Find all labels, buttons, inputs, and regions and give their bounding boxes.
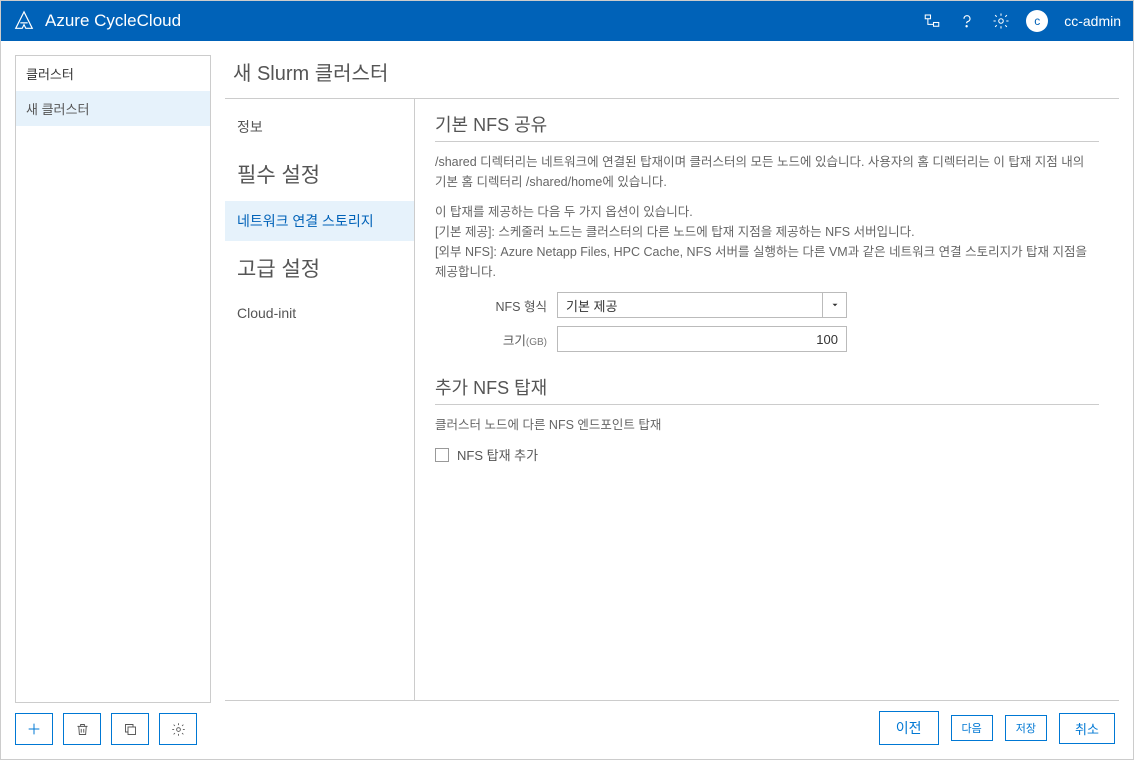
desc-shared-dir: /shared 디렉터리는 네트워크에 연결된 탑재이며 클러스터의 모든 노드… bbox=[435, 152, 1099, 192]
desc-additional-nfs: 클러스터 노드에 다른 NFS 엔드포인트 탑재 bbox=[435, 415, 1099, 435]
wizard-step-cloudinit[interactable]: Cloud-init bbox=[225, 295, 414, 331]
cluster-list: 클러스터 새 클러스터 bbox=[15, 55, 211, 703]
add-button[interactable] bbox=[15, 713, 53, 745]
plus-icon bbox=[26, 721, 42, 737]
save-button[interactable]: 저장 bbox=[1005, 715, 1047, 741]
content-title: 새 Slurm 클러스터 bbox=[225, 55, 1119, 98]
label-nfs-type: NFS 형식 bbox=[435, 296, 547, 315]
copy-icon bbox=[123, 722, 138, 737]
delete-button[interactable] bbox=[63, 713, 101, 745]
wizard-step-required[interactable]: 필수 설정 bbox=[225, 147, 414, 201]
sidebar-item-new-cluster[interactable]: 새 클러스터 bbox=[16, 91, 210, 126]
label-add-nfs-mount: NFS 탑재 추가 bbox=[457, 445, 538, 464]
network-icon[interactable] bbox=[922, 12, 942, 30]
label-size-text: 크기 bbox=[503, 334, 526, 348]
label-size-unit: (GB) bbox=[526, 337, 547, 348]
row-add-nfs-mount: NFS 탑재 추가 bbox=[435, 445, 1099, 464]
help-icon[interactable] bbox=[958, 12, 976, 30]
sidebar-header: 클러스터 bbox=[16, 56, 210, 91]
username[interactable]: cc-admin bbox=[1064, 13, 1121, 29]
azure-logo-icon bbox=[13, 10, 35, 32]
app-title: Azure CycleCloud bbox=[45, 11, 181, 31]
wizard-nav: 정보 필수 설정 네트워크 연결 스토리지 고급 설정 Cloud-init bbox=[225, 99, 415, 700]
desc-options-builtin: [기본 제공]: 스케줄러 노드는 클러스터의 다른 노드에 탑재 지점을 제공… bbox=[435, 225, 915, 239]
section-additional-nfs: 추가 NFS 탑재 bbox=[435, 374, 1099, 405]
prev-button[interactable]: 이전 bbox=[879, 711, 939, 745]
desc-options-external: [외부 NFS]: Azure Netapp Files, HPC Cache,… bbox=[435, 245, 1087, 279]
content-main: 정보 필수 설정 네트워크 연결 스토리지 고급 설정 Cloud-init 기… bbox=[225, 98, 1119, 700]
copy-button[interactable] bbox=[111, 713, 149, 745]
next-button[interactable]: 다음 bbox=[951, 715, 993, 741]
chevron-down-icon bbox=[822, 293, 846, 317]
gear-icon bbox=[171, 722, 186, 737]
wizard-footer: 이전 다음 저장 취소 bbox=[225, 700, 1119, 745]
input-size-gb[interactable] bbox=[557, 326, 847, 352]
settings-button[interactable] bbox=[159, 713, 197, 745]
row-nfs-type: NFS 형식 기본 제공 bbox=[435, 292, 1099, 318]
cancel-button[interactable]: 취소 bbox=[1059, 713, 1115, 744]
select-nfs-type[interactable]: 기본 제공 bbox=[557, 292, 847, 318]
sidebar-toolbar bbox=[15, 713, 211, 745]
wizard-step-network-storage[interactable]: 네트워크 연결 스토리지 bbox=[225, 201, 414, 241]
gear-icon[interactable] bbox=[992, 12, 1010, 30]
desc-options: 이 탑재를 제공하는 다음 두 가지 옵션이 있습니다. [기본 제공]: 스케… bbox=[435, 202, 1099, 282]
row-size: 크기(GB) bbox=[435, 326, 1099, 352]
sidebar: 클러스터 새 클러스터 bbox=[15, 55, 211, 745]
checkbox-add-nfs-mount[interactable] bbox=[435, 448, 449, 462]
section-nfs-share: 기본 NFS 공유 bbox=[435, 111, 1099, 142]
avatar[interactable]: c bbox=[1026, 10, 1048, 32]
top-header: Azure CycleCloud c cc-admin bbox=[1, 1, 1133, 41]
desc-options-intro: 이 탑재를 제공하는 다음 두 가지 옵션이 있습니다. bbox=[435, 205, 693, 219]
select-nfs-type-value: 기본 제공 bbox=[558, 296, 822, 315]
body: 클러스터 새 클러스터 새 Slurm 클러스터 정보 필수 설정 bbox=[1, 41, 1133, 759]
wizard-step-advanced[interactable]: 고급 설정 bbox=[225, 241, 414, 295]
wizard-step-info[interactable]: 정보 bbox=[225, 107, 414, 147]
app-logo[interactable]: Azure CycleCloud bbox=[13, 10, 181, 32]
label-size: 크기(GB) bbox=[435, 330, 547, 349]
header-actions: c cc-admin bbox=[922, 10, 1121, 32]
form-panel: 기본 NFS 공유 /shared 디렉터리는 네트워크에 연결된 탑재이며 클… bbox=[415, 99, 1119, 700]
content: 새 Slurm 클러스터 정보 필수 설정 네트워크 연결 스토리지 고급 설정… bbox=[225, 55, 1119, 745]
trash-icon bbox=[75, 722, 90, 737]
